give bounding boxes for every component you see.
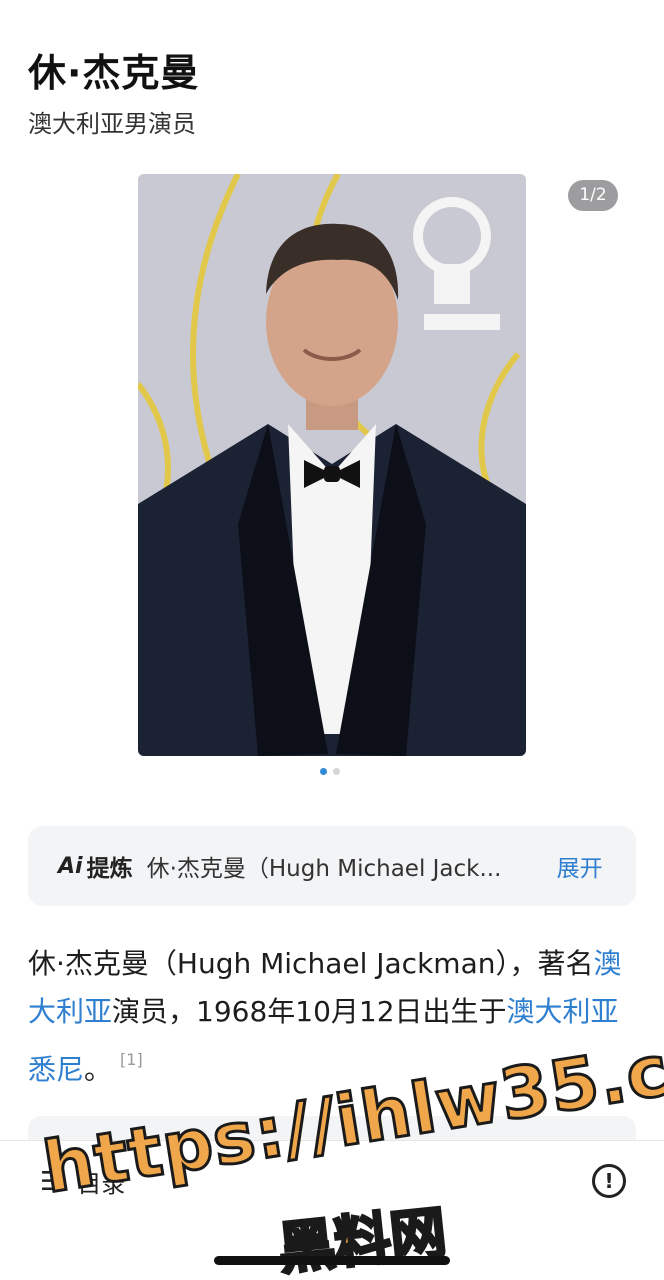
carousel-dot-active[interactable] [320, 768, 327, 775]
carousel-dots[interactable] [320, 768, 340, 775]
menu-icon: ☰ [40, 1166, 64, 1197]
portrait-illustration [138, 174, 526, 756]
toc-button[interactable]: ☰ 目录 [40, 1164, 125, 1199]
toc-label: 目录 [77, 1170, 126, 1198]
expand-link[interactable]: 展开 [557, 849, 603, 883]
ai-summary-card[interactable]: Ai 提炼 休·杰克曼（Hugh Michael Jack... 展开 [28, 826, 636, 906]
intro-paragraph: 休·杰克曼（Hugh Michael Jackman），著名澳大利亚演员，196… [28, 940, 638, 1094]
page-subtitle: 澳大利亚男演员 [28, 110, 196, 138]
ai-summary-text: 休·杰克曼（Hugh Michael Jack... [146, 856, 502, 882]
page-title: 休·杰克曼 [28, 51, 200, 95]
portrait-photo[interactable] [138, 174, 526, 756]
intro-text: 休·杰克曼（Hugh Michael Jackman），著名 [28, 947, 594, 980]
image-counter: 1/2 [568, 180, 618, 211]
intro-text: 。 [84, 1053, 113, 1086]
ai-summary-label: 提炼 [86, 856, 133, 882]
intro-text: 演员，1968年10月12日出生于 [112, 995, 507, 1028]
home-indicator[interactable] [214, 1256, 450, 1265]
exclamation-circle-icon[interactable]: ! [592, 1164, 626, 1198]
citation-link[interactable]: [1] [120, 1050, 143, 1069]
ai-logo-icon: Ai [58, 853, 83, 879]
carousel-dot[interactable] [333, 768, 340, 775]
